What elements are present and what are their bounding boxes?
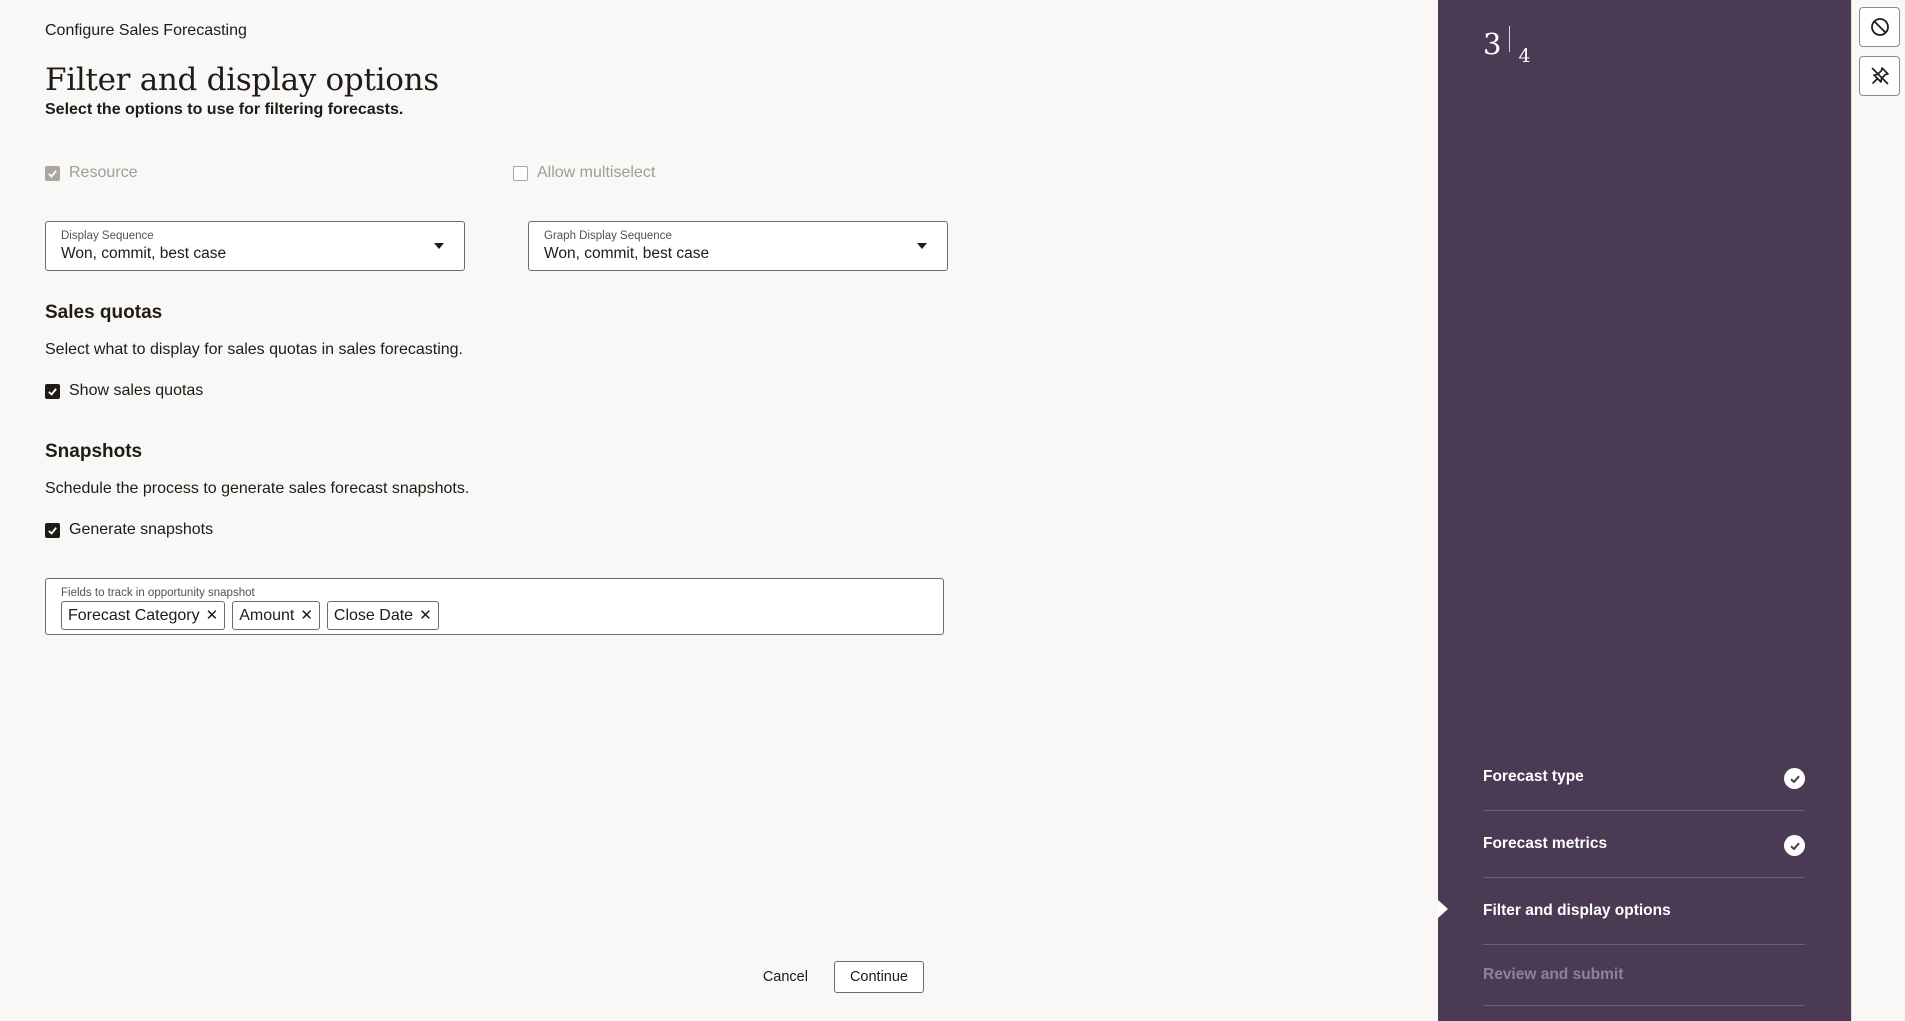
step-divider xyxy=(1509,26,1511,52)
snapshots-heading: Snapshots xyxy=(45,441,143,462)
check-circle-icon xyxy=(1784,768,1805,789)
step-label: Forecast type xyxy=(1483,768,1584,785)
step-filter-and-display-options[interactable]: Filter and display options xyxy=(1483,878,1805,945)
page-title: Filter and display options xyxy=(45,62,439,98)
chevron-down-icon[interactable] xyxy=(434,243,444,249)
resource-label: Resource xyxy=(69,164,138,181)
display-sequence-label: Display Sequence xyxy=(61,230,154,242)
show-sales-quotas-label[interactable]: Show sales quotas xyxy=(69,382,203,400)
wizard-eyebrow: Configure Sales Forecasting xyxy=(45,22,247,39)
step-forecast-type[interactable]: Forecast type xyxy=(1483,744,1805,811)
show-sales-quotas-row[interactable]: Show sales quotas xyxy=(45,382,203,400)
block-icon[interactable] xyxy=(1859,7,1900,47)
graph-display-sequence-label: Graph Display Sequence xyxy=(544,230,672,242)
allow-multiselect-checkbox xyxy=(513,165,528,181)
step-label: Filter and display options xyxy=(1483,902,1671,919)
snapshot-fields-label: Fields to track in opportunity snapshot xyxy=(61,587,255,599)
check-circle-icon xyxy=(1784,835,1805,856)
close-icon[interactable]: ✕ xyxy=(300,608,313,623)
tag-label: Forecast Category xyxy=(68,606,200,624)
step-counter: 34 xyxy=(1483,26,1531,67)
graph-display-sequence-value: Won, commit, best case xyxy=(544,245,710,262)
close-icon[interactable]: ✕ xyxy=(419,608,432,623)
wizard-steps-list: Forecast type Forecast metrics Filter an… xyxy=(1483,744,1805,1006)
tag-chip: Forecast Category ✕ xyxy=(61,601,226,630)
allow-multiselect-row: Allow multiselect xyxy=(513,164,655,182)
current-step-indicator-icon xyxy=(1438,900,1448,918)
display-sequence-select[interactable]: Display Sequence Won, commit, best case xyxy=(45,221,465,271)
snapshots-description: Schedule the process to generate sales f… xyxy=(45,480,470,497)
main-panel: Configure Sales Forecasting Filter and d… xyxy=(0,0,1438,1021)
total-steps-number: 4 xyxy=(1518,45,1531,67)
allow-multiselect-label: Allow multiselect xyxy=(537,164,656,181)
graph-display-sequence-select[interactable]: Graph Display Sequence Won, commit, best… xyxy=(528,221,948,271)
page-subtitle: Select the options to use for filtering … xyxy=(45,101,404,118)
step-label: Review and submit xyxy=(1483,966,1624,983)
current-step-number: 3 xyxy=(1483,27,1502,61)
side-toolbar xyxy=(1851,0,1905,1021)
resource-checkbox xyxy=(45,165,60,181)
close-icon[interactable]: ✕ xyxy=(206,608,219,623)
chevron-down-icon[interactable] xyxy=(917,243,927,249)
tag-chip: Close Date ✕ xyxy=(326,601,439,630)
sales-quotas-description: Select what to display for sales quotas … xyxy=(45,341,463,358)
step-review-and-submit: Review and submit xyxy=(1483,945,1805,1006)
show-sales-quotas-checkbox[interactable] xyxy=(45,383,60,399)
footer-actions: Cancel Continue xyxy=(761,961,924,993)
step-label: Forecast metrics xyxy=(1483,835,1608,852)
snapshot-fields-tags: Forecast Category ✕ Amount ✕ Close Date … xyxy=(61,601,439,630)
snapshot-fields-input[interactable]: Fields to track in opportunity snapshot … xyxy=(45,578,944,635)
tag-chip: Amount ✕ xyxy=(232,601,320,630)
pin-off-icon[interactable] xyxy=(1859,56,1900,96)
cancel-button[interactable]: Cancel xyxy=(761,963,810,991)
tag-label: Amount xyxy=(239,606,295,624)
resource-checkbox-row: Resource xyxy=(45,164,137,182)
tag-label: Close Date xyxy=(333,606,414,624)
wizard-train-panel: 34 Forecast type Forecast metrics Filter… xyxy=(1438,0,1851,1021)
generate-snapshots-checkbox[interactable] xyxy=(45,522,60,538)
sales-quotas-heading: Sales quotas xyxy=(45,302,163,323)
display-sequence-value: Won, commit, best case xyxy=(61,245,227,262)
generate-snapshots-row[interactable]: Generate snapshots xyxy=(45,521,213,539)
generate-snapshots-label[interactable]: Generate snapshots xyxy=(69,521,213,539)
continue-button[interactable]: Continue xyxy=(833,961,924,993)
step-forecast-metrics[interactable]: Forecast metrics xyxy=(1483,811,1805,878)
